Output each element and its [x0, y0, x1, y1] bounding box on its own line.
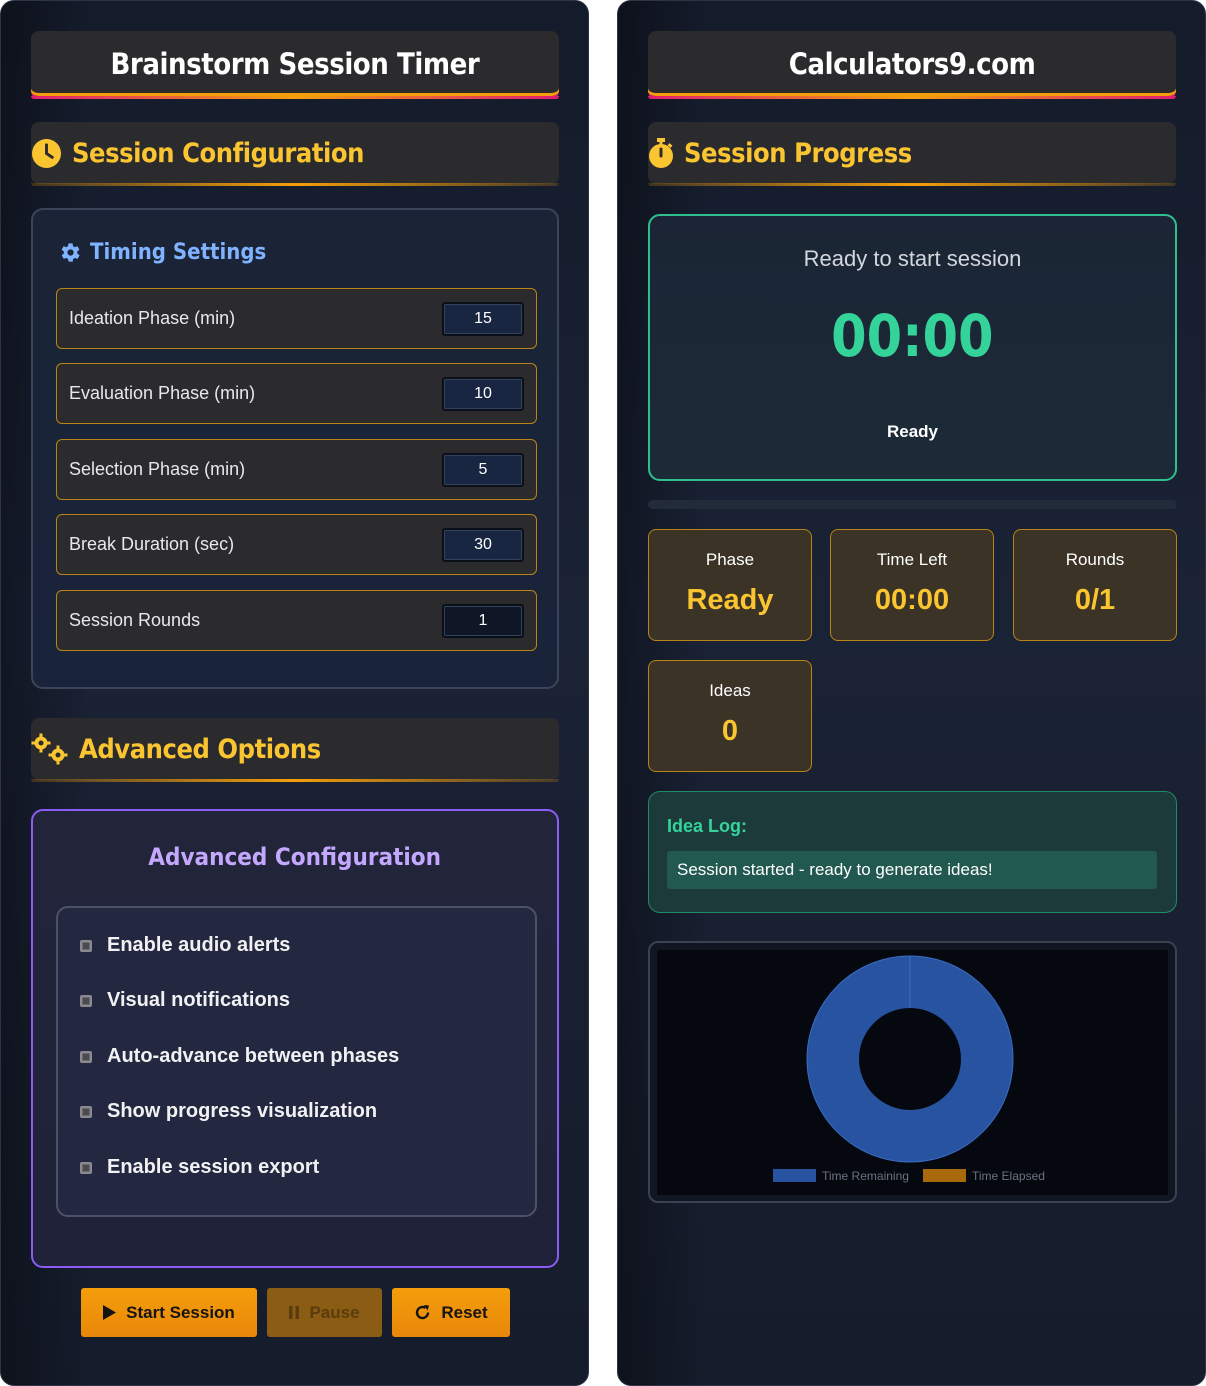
gears-icon	[31, 733, 69, 765]
stat-ideas: Ideas 0	[648, 660, 812, 772]
checkbox[interactable]	[80, 1161, 92, 1174]
checkbox[interactable]	[80, 1050, 92, 1063]
ideation-phase-field: Ideation Phase (min) 15	[56, 288, 537, 349]
field-label: Session Rounds	[69, 610, 201, 630]
idea-log: Idea Log: Session started - ready to gen…	[648, 791, 1177, 913]
stat-phase: Phase Ready	[648, 529, 812, 641]
section-title: Advanced Options	[79, 733, 321, 765]
timer-phase-label: Ready	[886, 422, 939, 441]
play-icon	[103, 1305, 117, 1320]
timer-status-text: Ready to start session	[803, 246, 1022, 271]
checkbox[interactable]	[80, 939, 92, 952]
configuration-panel: Brainstorm Session Timer Session Configu…	[0, 0, 589, 1386]
checkbox[interactable]	[80, 1105, 92, 1118]
option-progress-visualization[interactable]: Show progress visualization	[80, 1100, 377, 1123]
evaluation-phase-input[interactable]: 10	[442, 376, 524, 411]
session-configuration-header: Session Configuration	[31, 122, 559, 186]
evaluation-phase-field: Evaluation Phase (min) 10	[56, 363, 537, 424]
idea-log-entry: Session started - ready to generate idea…	[667, 851, 1157, 889]
advanced-options-list: Enable audio alerts Visual notifications…	[56, 906, 537, 1217]
session-rounds-field: Session Rounds 1	[56, 590, 537, 651]
option-visual-notifications[interactable]: Visual notifications	[80, 989, 290, 1012]
legend-label-time-elapsed[interactable]: Time Elapsed	[972, 1169, 1045, 1183]
field-label: Selection Phase (min)	[69, 459, 246, 479]
app-title: Brainstorm Session Timer	[110, 46, 480, 81]
ideation-phase-input[interactable]: 15	[442, 301, 524, 336]
advanced-configuration-title: Advanced Configuration	[148, 843, 442, 871]
break-duration-field: Break Duration (sec) 30	[56, 514, 537, 575]
site-title-bar: Calculators9.com	[648, 31, 1176, 99]
advanced-configuration-card: Advanced Configuration Enable audio aler…	[31, 809, 559, 1268]
idea-log-title: Idea Log:	[667, 816, 747, 836]
pause-button[interactable]: Pause	[267, 1288, 382, 1337]
break-duration-input[interactable]: 30	[442, 527, 524, 562]
stat-time-left: Time Left 00:00	[830, 529, 994, 641]
reset-button[interactable]: Reset	[392, 1288, 510, 1337]
legend-swatch-time-elapsed[interactable]	[923, 1169, 966, 1182]
section-title: Session Progress	[684, 137, 912, 169]
time-donut-chart: Time Remaining Time Elapsed	[773, 955, 1045, 1183]
clock-icon	[31, 138, 62, 169]
timing-settings-heading: Timing Settings	[57, 240, 286, 265]
field-label: Ideation Phase (min)	[69, 308, 236, 328]
advanced-options-header: Advanced Options	[31, 718, 559, 782]
field-label: Evaluation Phase (min)	[69, 383, 256, 403]
selection-phase-field: Selection Phase (min) 5	[56, 439, 537, 500]
session-progress-header: Session Progress	[648, 122, 1176, 186]
session-rounds-input[interactable]: 1	[442, 603, 524, 638]
option-audio-alerts[interactable]: Enable audio alerts	[80, 934, 290, 957]
option-session-export[interactable]: Enable session export	[80, 1156, 319, 1179]
timer-clock: 00:00	[831, 302, 994, 370]
legend-label-time-remaining[interactable]: Time Remaining	[822, 1169, 909, 1183]
start-session-button[interactable]: Start Session	[81, 1288, 257, 1337]
gear-icon	[57, 240, 82, 265]
time-chart: Time Remaining Time Elapsed	[648, 941, 1177, 1203]
app-title-bar: Brainstorm Session Timer	[31, 31, 559, 99]
timing-settings-card: Timing Settings Ideation Phase (min) 15 …	[31, 208, 559, 689]
option-auto-advance[interactable]: Auto-advance between phases	[80, 1045, 399, 1068]
progress-panel: Calculators9.com Session Progress Ready …	[617, 0, 1206, 1386]
stat-rounds: Rounds 0/1	[1013, 529, 1177, 641]
timer-display: Ready to start session 00:00 Ready	[648, 214, 1177, 481]
section-title: Session Configuration	[72, 137, 364, 169]
selection-phase-input[interactable]: 5	[442, 452, 524, 487]
pause-icon	[289, 1306, 300, 1319]
checkbox[interactable]	[80, 994, 92, 1007]
field-label: Break Duration (sec)	[69, 534, 235, 554]
reset-icon	[414, 1304, 431, 1321]
legend-swatch-time-remaining[interactable]	[773, 1169, 816, 1182]
site-title: Calculators9.com	[788, 46, 1036, 81]
session-progress-bar	[648, 500, 1177, 509]
stopwatch-icon	[648, 137, 674, 169]
